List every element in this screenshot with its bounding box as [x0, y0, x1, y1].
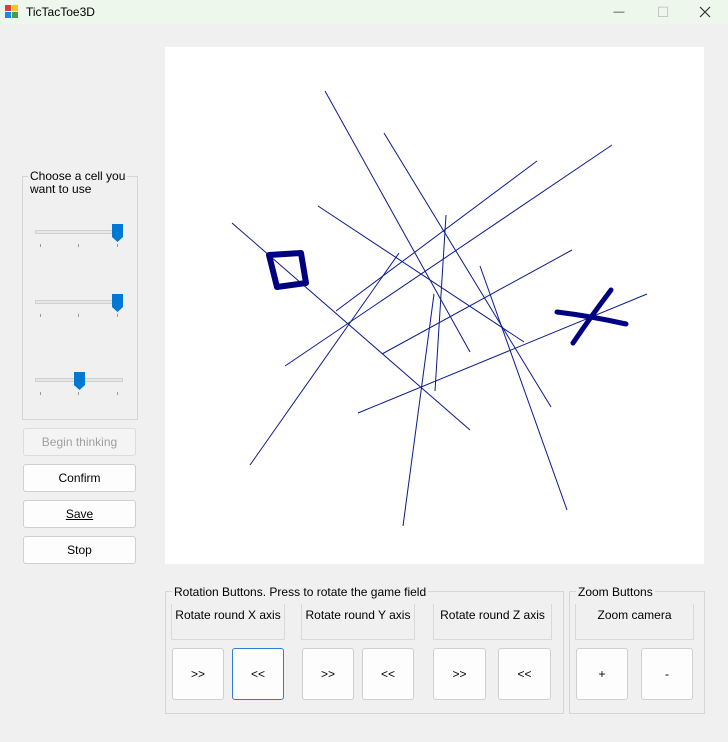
game-field-drawing	[231, 90, 648, 527]
minimize-button[interactable]: —	[596, 0, 642, 24]
slider-ticks	[40, 392, 118, 396]
zoom-camera-label: Zoom camera	[575, 604, 694, 640]
zoom-group-label: Zoom Buttons	[576, 585, 655, 599]
minimize-icon: —	[613, 6, 625, 18]
close-button[interactable]	[682, 0, 728, 24]
slider-ticks	[40, 244, 118, 248]
close-icon	[699, 6, 711, 18]
grid-lines	[231, 90, 648, 527]
slider-ticks	[40, 314, 118, 318]
rotate-y-backward-button[interactable]: <<	[362, 648, 414, 700]
z-cell-slider[interactable]	[35, 372, 123, 396]
maximize-icon: ☐	[656, 3, 670, 20]
begin-thinking-button[interactable]: Begin thinking	[23, 428, 136, 456]
rotate-z-forward-button[interactable]: >>	[433, 648, 486, 700]
save-button[interactable]: Save	[23, 500, 136, 528]
y-cell-slider[interactable]	[35, 294, 123, 318]
game-field-canvas[interactable]	[165, 47, 704, 564]
slider-track	[35, 230, 123, 234]
rotate-z-label: Rotate round Z axis	[433, 604, 552, 640]
slider-thumb[interactable]	[112, 294, 123, 312]
slider-thumb[interactable]	[74, 372, 85, 390]
rotate-x-backward-button[interactable]: <<	[232, 648, 284, 700]
rotate-x-label: Rotate round X axis	[171, 604, 285, 640]
maximize-button[interactable]: ☐	[640, 0, 686, 24]
rotate-z-backward-button[interactable]: <<	[498, 648, 551, 700]
stop-button[interactable]: Stop	[23, 536, 136, 564]
rotate-y-forward-button[interactable]: >>	[302, 648, 354, 700]
o-mark	[266, 250, 309, 290]
window-title: TicTacToe3D	[26, 5, 95, 19]
confirm-button[interactable]: Confirm	[23, 464, 136, 492]
title-bar: TicTacToe3D — ☐	[0, 0, 728, 24]
app-icon	[5, 5, 18, 18]
rotate-x-forward-button[interactable]: >>	[172, 648, 224, 700]
slider-thumb[interactable]	[112, 224, 123, 242]
x-cell-slider[interactable]	[35, 224, 123, 248]
rotate-y-label: Rotate round Y axis	[301, 604, 415, 640]
zoom-out-button[interactable]: -	[641, 648, 693, 700]
cell-chooser-label: Choose a cell you want to use	[28, 169, 128, 196]
zoom-in-button[interactable]: +	[576, 648, 628, 700]
slider-track	[35, 300, 123, 304]
rotation-group-label: Rotation Buttons. Press to rotate the ga…	[172, 585, 429, 599]
